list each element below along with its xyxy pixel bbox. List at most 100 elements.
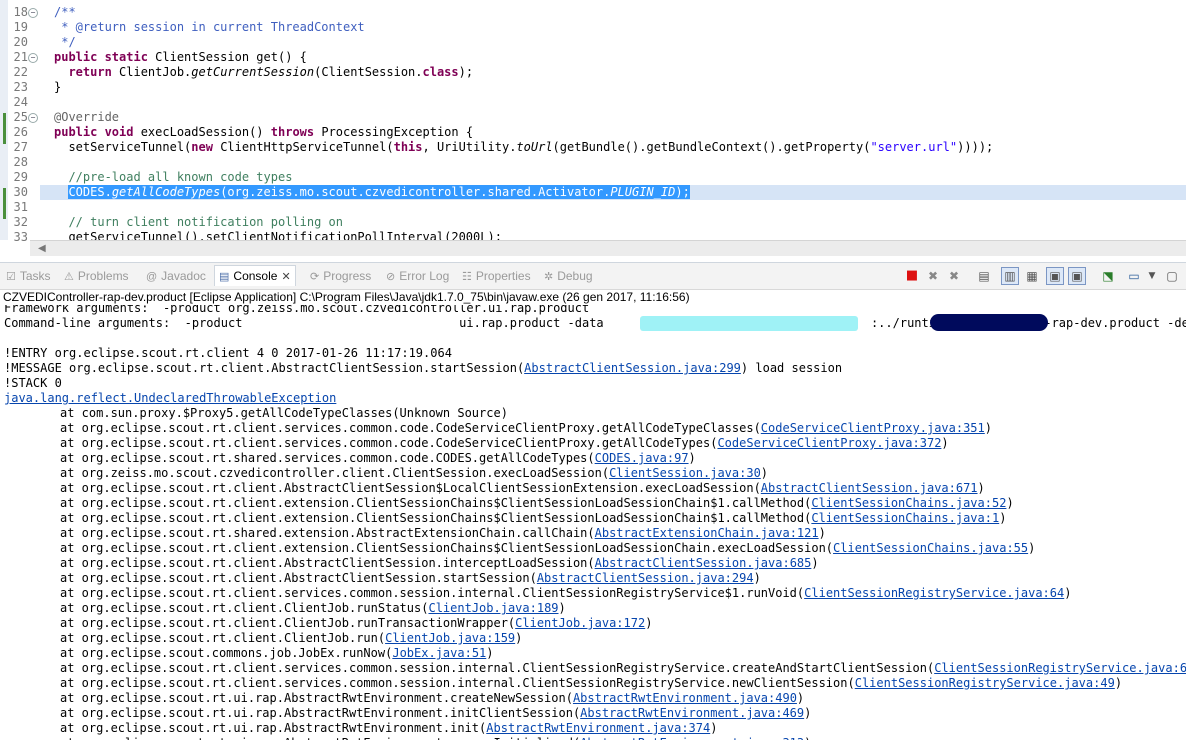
show-on-stdout-icon[interactable]: ▣ (1046, 267, 1064, 285)
show-on-stderr-icon[interactable]: ▣ (1068, 267, 1086, 285)
progress-icon: ⟳ (310, 271, 320, 283)
editor-line[interactable]: 31 (0, 200, 1186, 215)
console-line: at org.eclipse.scout.rt.shared.extension… (60, 526, 826, 540)
tab-console[interactable]: ▤ Console ✕ (214, 265, 296, 286)
fold-toggle-icon[interactable]: − (28, 113, 38, 123)
clear-console-icon[interactable]: ▤ (976, 268, 992, 284)
code-text: @Override (54, 110, 120, 124)
tab-javadoc[interactable]: @ Javadoc (146, 266, 206, 286)
editor-line[interactable]: 30 CODES.getAllCodeTypes(org.zeiss.mo.sc… (0, 185, 1186, 200)
pin-console-icon[interactable]: ⬔ (1100, 268, 1116, 284)
stack-trace-link[interactable]: AbstractRwtEnvironment.java:374 (486, 721, 710, 735)
stack-trace-link[interactable]: AbstractClientSession.java:299 (524, 361, 741, 375)
editor-line[interactable]: 18− /** (0, 5, 1186, 20)
code-text: setServiceTunnel(new ClientHttpServiceTu… (54, 140, 994, 154)
stack-trace-link[interactable]: ClientJob.java:189 (428, 601, 558, 615)
stack-trace-link[interactable]: ClientSessionChains.java:52 (811, 496, 1006, 510)
chevron-down-icon[interactable]: ▼ (1144, 268, 1160, 284)
console-line: at org.eclipse.scout.rt.client.extension… (60, 496, 1014, 510)
editor-line[interactable]: 24 (0, 95, 1186, 110)
stack-trace-link[interactable]: ClientSessionChains.java:55 (833, 541, 1028, 555)
stack-trace-link[interactable]: AbstractRwtEnvironment.java:469 (580, 706, 804, 720)
line-number: 29 (13, 170, 28, 184)
stack-trace-link[interactable]: AbstractClientSession.java:671 (761, 481, 978, 495)
stack-trace-link[interactable]: ClientSessionRegistryService.java:64 (804, 586, 1064, 600)
tab-debug[interactable]: ✲ Debug (544, 266, 593, 286)
views-tab-bar: ☑ Tasks ⚠ Problems @ Javadoc ▤ Console ✕ ⟳ Progres… (0, 262, 1186, 290)
code-text: */ (54, 35, 76, 49)
line-number: 22 (13, 65, 28, 79)
tab-label: Javadoc (161, 269, 206, 283)
stack-trace-link[interactable]: ClientSessionChains.java:1 (811, 511, 999, 525)
stack-trace-link[interactable]: java.lang.reflect.UndeclaredThrowableExc… (4, 391, 336, 405)
editor-line[interactable]: 19 * @return session in current ThreadCo… (0, 20, 1186, 35)
terminate-icon[interactable]: ■ (904, 268, 920, 284)
code-text: // turn client notification polling on (68, 215, 343, 229)
stack-trace-link[interactable]: CodeServiceClientProxy.java:351 (761, 421, 985, 435)
console-line: at com.sun.proxy.$Proxy5.getAllCodeTypeC… (60, 406, 508, 420)
debug-icon: ✲ (544, 271, 554, 283)
code-text: /** (54, 5, 76, 19)
editor-line[interactable]: 22 return ClientJob.getCurrentSession(Cl… (0, 65, 1186, 80)
tab-error-log[interactable]: ⊘ Error Log (386, 266, 449, 286)
console-line: at org.eclipse.scout.rt.ui.rap.AbstractR… (60, 721, 718, 735)
editor-line[interactable]: 20 */ (0, 35, 1186, 50)
remove-all-terminated-icon[interactable]: ✖ (946, 268, 962, 284)
remove-launch-icon[interactable]: ✖ (925, 268, 941, 284)
console-output[interactable]: Framework arguments: -product org.zeiss.… (0, 305, 1186, 740)
editor-line[interactable]: 29 //pre-load all known code types (0, 170, 1186, 185)
stack-trace-link[interactable]: CODES.java:97 (595, 451, 689, 465)
editor-line[interactable]: 25− @Override (0, 110, 1186, 125)
stack-trace-link[interactable]: AbstractClientSession.java:294 (537, 571, 754, 585)
stack-trace-link[interactable]: ClientSessionRegistryService.java:49 (855, 676, 1115, 690)
console-line: java.lang.reflect.UndeclaredThrowableExc… (4, 391, 336, 406)
stack-trace-link[interactable]: AbstractRwtEnvironment.java:490 (573, 691, 797, 705)
stack-trace-link[interactable]: ClientJob.java:172 (515, 616, 645, 630)
console-line: at org.eclipse.scout.rt.client.services.… (60, 586, 1072, 600)
console-line: at org.eclipse.scout.commons.job.JobEx.r… (60, 646, 494, 660)
stack-trace-link[interactable]: ClientSessionRegistryService.java:68 (934, 661, 1186, 675)
editor-line[interactable]: 27 setServiceTunnel(new ClientHttpServic… (0, 140, 1186, 155)
word-wrap-icon[interactable]: ▦ (1024, 268, 1040, 284)
line-number: 20 (13, 35, 28, 49)
console-process-label: CZVEDIController-rap-dev.product [Eclips… (3, 290, 690, 304)
maximize-icon[interactable]: ▢ (1164, 268, 1180, 284)
stack-trace-link[interactable]: JobEx.java:51 (392, 646, 486, 660)
scroll-left-arrow-icon[interactable]: ◀ (38, 243, 46, 254)
properties-icon: ☷ (462, 271, 472, 283)
fold-toggle-icon[interactable]: − (28, 8, 38, 18)
code-text: return ClientJob.getCurrentSession(Clien… (68, 65, 474, 79)
tab-problems[interactable]: ⚠ Problems (64, 266, 129, 286)
editor-line[interactable]: 23} (0, 80, 1186, 95)
editor-line[interactable]: 26 public void execLoadSession() throws P… (0, 125, 1186, 140)
close-icon[interactable]: ✕ (281, 271, 290, 283)
line-number: 23 (13, 80, 28, 94)
error-log-icon: ⊘ (386, 271, 396, 283)
stack-trace-link[interactable]: CodeServiceClientProxy.java:372 (717, 436, 941, 450)
code-editor[interactable]: 18−/** 19 * @return session in current Th… (0, 0, 1186, 256)
tab-tasks[interactable]: ☑ Tasks (6, 266, 51, 286)
editor-line[interactable]: 32 // turn client notification polling o… (0, 215, 1186, 230)
console-line: at org.eclipse.scout.rt.client.AbstractC… (60, 481, 985, 495)
display-console-icon[interactable]: ▭ (1126, 268, 1142, 284)
tab-properties[interactable]: ☷ Properties (462, 266, 531, 286)
console-line: Framework arguments: -product org.zeiss.… (4, 305, 590, 315)
stack-trace-link[interactable]: AbstractRwtEnvironment.java:313 (580, 736, 804, 740)
line-number: 28 (13, 155, 28, 169)
tab-label: Debug (557, 269, 593, 283)
editor-horizontal-scrollbar[interactable]: ◀ (30, 240, 1186, 256)
console-line: at org.eclipse.scout.rt.shared.services.… (60, 451, 696, 465)
fold-toggle-icon[interactable]: − (28, 53, 38, 63)
console-line: at org.eclipse.scout.rt.ui.rap.AbstractR… (60, 736, 811, 740)
console-line: at org.eclipse.scout.rt.client.AbstractC… (60, 556, 819, 570)
stack-trace-link[interactable]: AbstractClientSession.java:685 (595, 556, 812, 570)
stack-trace-link[interactable]: ClientSession.java:30 (609, 466, 761, 480)
editor-line[interactable]: 21− public static ClientSession get() { (0, 50, 1186, 65)
editor-line[interactable]: 28 (0, 155, 1186, 170)
problems-icon: ⚠ (64, 271, 74, 283)
stack-trace-link[interactable]: ClientJob.java:159 (385, 631, 515, 645)
stack-trace-link[interactable]: AbstractExtensionChain.java:121 (595, 526, 819, 540)
tab-label: Progress (323, 269, 372, 283)
tab-progress[interactable]: ⟳ Progress (310, 266, 371, 286)
scroll-lock-icon[interactable]: ▥ (1001, 267, 1019, 285)
